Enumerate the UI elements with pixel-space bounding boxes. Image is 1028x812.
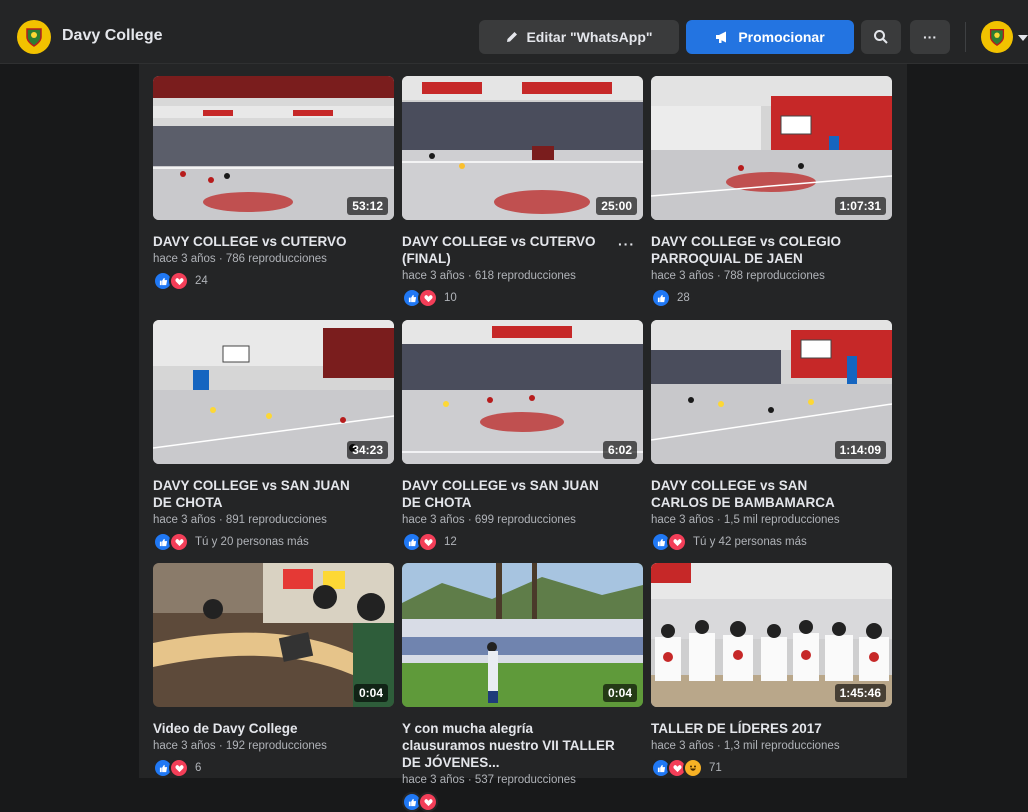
reactions[interactable]: 10 bbox=[402, 288, 643, 308]
video-duration: 0:04 bbox=[353, 684, 388, 702]
search-icon bbox=[874, 30, 888, 44]
video-meta: hace 3 años · 618 reproducciones bbox=[402, 270, 576, 282]
video-card[interactable]: 0:04 Y con mucha alegría clausuramos nue… bbox=[402, 563, 643, 812]
video-meta: hace 3 años · 891 reproducciones bbox=[153, 514, 327, 526]
video-thumbnail[interactable]: 1:14:09 bbox=[651, 320, 892, 464]
video-card[interactable]: 1:07:31 DAVY COLLEGE vs COLEGIO PARROQUI… bbox=[651, 76, 892, 308]
reactions[interactable]: Tú y 42 personas más bbox=[651, 532, 892, 552]
crest-icon bbox=[989, 29, 1005, 46]
reaction-count: 24 bbox=[195, 275, 208, 287]
video-meta: hace 3 años · 699 reproducciones bbox=[402, 514, 576, 526]
video-card[interactable]: 6:02 DAVY COLLEGE vs SAN JUAN DE CHOTA h… bbox=[402, 320, 643, 552]
video-duration: 1:45:46 bbox=[834, 684, 886, 702]
video-thumbnail[interactable]: 25:00 bbox=[402, 76, 643, 220]
video-meta: hace 3 años · 786 reproducciones bbox=[153, 253, 327, 265]
video-duration: 25:00 bbox=[596, 197, 637, 215]
page-name[interactable]: Davy College bbox=[62, 27, 162, 45]
edit-whatsapp-label: Editar "WhatsApp" bbox=[526, 29, 653, 45]
reaction-count: Tú y 42 personas más bbox=[693, 536, 807, 548]
video-meta: hace 3 años · 1,5 mil reproducciones bbox=[651, 514, 840, 526]
video-title[interactable]: DAVY COLLEGE vs SAN JUAN DE CHOTA bbox=[402, 477, 617, 511]
video-meta: hace 3 años · 192 reproducciones bbox=[153, 740, 327, 752]
video-duration: 0:04 bbox=[602, 684, 637, 702]
love-reaction-icon bbox=[418, 288, 438, 308]
video-duration: 1:07:31 bbox=[834, 197, 886, 215]
video-card[interactable]: 1:14:09 DAVY COLLEGE vs SAN CARLOS DE BA… bbox=[651, 320, 892, 552]
video-card[interactable]: 0:04 Video de Davy College hace 3 años ·… bbox=[153, 563, 394, 778]
video-duration: 1:14:09 bbox=[834, 441, 886, 459]
video-title[interactable]: DAVY COLLEGE vs CUTERVO (FINAL) bbox=[402, 233, 617, 267]
reactions[interactable]: Tú y 20 personas más bbox=[153, 532, 394, 552]
video-thumbnail[interactable]: 34:23 bbox=[153, 320, 394, 464]
video-title[interactable]: Y con mucha alegría clausuramos nuestro … bbox=[402, 720, 617, 771]
video-duration: 34:23 bbox=[347, 441, 388, 459]
pencil-icon bbox=[507, 32, 518, 42]
video-title[interactable]: DAVY COLLEGE vs SAN JUAN DE CHOTA bbox=[153, 477, 368, 511]
account-avatar[interactable] bbox=[981, 21, 1013, 53]
video-title[interactable]: TALLER DE LÍDERES 2017 bbox=[651, 720, 866, 737]
love-reaction-icon bbox=[418, 792, 438, 812]
reaction-count: Tú y 20 personas más bbox=[195, 536, 309, 548]
video-meta: hace 3 años · 1,3 mil reproducciones bbox=[651, 740, 840, 752]
more-icon: ··· bbox=[923, 29, 937, 45]
video-thumbnail[interactable]: 6:02 bbox=[402, 320, 643, 464]
reactions[interactable]: 12 bbox=[402, 532, 643, 552]
account-menu-caret-icon[interactable] bbox=[1018, 35, 1028, 41]
reactions[interactable]: 24 bbox=[153, 271, 394, 291]
page-logo[interactable] bbox=[17, 20, 51, 54]
video-card[interactable]: 1:45:46 TALLER DE LÍDERES 2017 hace 3 añ… bbox=[651, 563, 892, 778]
reactions[interactable] bbox=[402, 792, 643, 812]
video-thumbnail[interactable]: 0:04 bbox=[402, 563, 643, 707]
video-title[interactable]: DAVY COLLEGE vs SAN CARLOS DE BAMBAMARCA bbox=[651, 477, 866, 511]
love-reaction-icon bbox=[667, 532, 687, 552]
reactions[interactable]: 6 bbox=[153, 758, 394, 778]
promote-button[interactable]: Promocionar bbox=[686, 20, 854, 54]
reactions[interactable]: 28 bbox=[651, 288, 892, 308]
megaphone-icon bbox=[716, 31, 727, 43]
like-reaction-icon bbox=[651, 288, 671, 308]
edit-whatsapp-button[interactable]: Editar "WhatsApp" bbox=[479, 20, 679, 54]
more-options-button[interactable]: ··· bbox=[910, 20, 950, 54]
love-reaction-icon bbox=[169, 758, 189, 778]
video-card[interactable]: 34:23 DAVY COLLEGE vs SAN JUAN DE CHOTA … bbox=[153, 320, 394, 552]
video-meta: hace 3 años · 788 reproducciones bbox=[651, 270, 825, 282]
video-card[interactable]: 53:12 DAVY COLLEGE vs CUTERVO hace 3 año… bbox=[153, 76, 394, 291]
video-duration: 53:12 bbox=[347, 197, 388, 215]
video-thumbnail[interactable]: 1:07:31 bbox=[651, 76, 892, 220]
video-thumbnail[interactable]: 53:12 bbox=[153, 76, 394, 220]
reaction-count: 28 bbox=[677, 292, 690, 304]
top-bar: Davy College Editar "WhatsApp" Promocion… bbox=[0, 0, 1028, 64]
promote-label: Promocionar bbox=[738, 29, 825, 45]
haha-reaction-icon bbox=[683, 758, 703, 778]
video-options-button[interactable]: ··· bbox=[618, 236, 635, 252]
video-duration: 6:02 bbox=[602, 441, 637, 459]
love-reaction-icon bbox=[169, 271, 189, 291]
video-title[interactable]: Video de Davy College bbox=[153, 720, 368, 737]
reaction-count: 10 bbox=[444, 292, 457, 304]
videos-grid: 53:12 DAVY COLLEGE vs CUTERVO hace 3 año… bbox=[139, 64, 907, 812]
video-meta: hace 3 años · 537 reproducciones bbox=[402, 774, 576, 786]
love-reaction-icon bbox=[418, 532, 438, 552]
video-thumbnail[interactable]: 1:45:46 bbox=[651, 563, 892, 707]
search-button[interactable] bbox=[861, 20, 901, 54]
video-title[interactable]: DAVY COLLEGE vs CUTERVO bbox=[153, 233, 368, 250]
crest-icon bbox=[26, 28, 42, 47]
video-title[interactable]: DAVY COLLEGE vs COLEGIO PARROQUIAL DE JA… bbox=[651, 233, 866, 267]
reactions[interactable]: 71 bbox=[651, 758, 892, 778]
video-card[interactable]: 25:00 DAVY COLLEGE vs CUTERVO (FINAL) ha… bbox=[402, 76, 643, 308]
love-reaction-icon bbox=[169, 532, 189, 552]
video-thumbnail[interactable]: 0:04 bbox=[153, 563, 394, 707]
reaction-count: 71 bbox=[709, 762, 722, 774]
reaction-count: 12 bbox=[444, 536, 457, 548]
reaction-count: 6 bbox=[195, 762, 202, 774]
divider bbox=[965, 22, 966, 52]
